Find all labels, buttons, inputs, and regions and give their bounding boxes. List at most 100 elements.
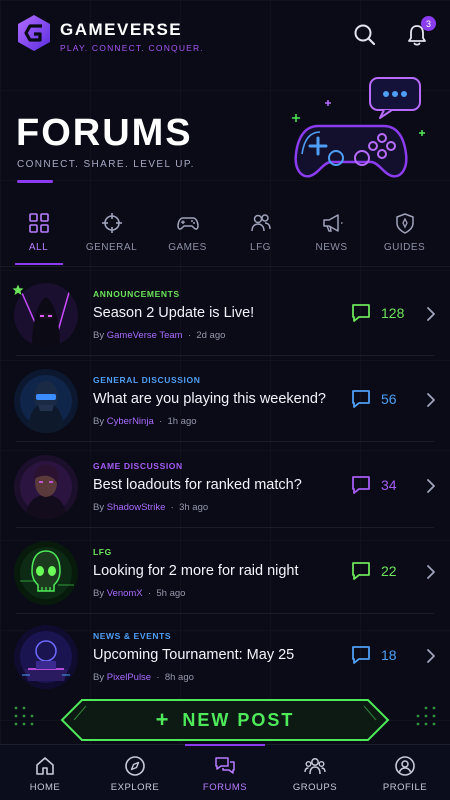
thread-title[interactable]: Upcoming Tournament: May 25 bbox=[93, 647, 294, 663]
thread-meta: By CyberNinja · 1h ago bbox=[93, 416, 197, 427]
by-label: By bbox=[93, 588, 105, 599]
thread-category: GAME DISCUSSION bbox=[93, 461, 183, 471]
notification-badge: 3 bbox=[421, 16, 436, 31]
comment-count: 128 bbox=[350, 302, 404, 324]
page-title: FORUMS bbox=[16, 112, 193, 154]
tab-label: LFG bbox=[250, 242, 271, 253]
crosshair-icon bbox=[101, 213, 122, 233]
thread-time: 3h ago bbox=[179, 502, 209, 513]
tab-general[interactable]: GENERAL bbox=[74, 208, 149, 266]
notifications-button[interactable]: 3 bbox=[404, 16, 436, 48]
thread-author[interactable]: PixelPulse bbox=[107, 672, 151, 683]
thread-author[interactable]: CyberNinja bbox=[107, 416, 154, 427]
chevron-right-icon[interactable] bbox=[426, 648, 436, 664]
thread-row[interactable]: ANNOUNCEMENTS Season 2 Update is Live! B… bbox=[0, 272, 450, 356]
brand: GAMEVERSE PLAY. CONNECT. CONQUER. bbox=[60, 20, 204, 53]
chevron-right-icon[interactable] bbox=[426, 564, 436, 580]
tab-label: GENERAL bbox=[85, 242, 138, 253]
search-icon bbox=[354, 24, 376, 46]
title-underline bbox=[17, 180, 53, 183]
neon-gamepad-illustration bbox=[292, 77, 425, 178]
active-tab-indicator bbox=[15, 263, 63, 265]
chevron-right-icon[interactable] bbox=[426, 478, 436, 494]
nav-label: GROUPS bbox=[292, 782, 338, 793]
nav-profile[interactable]: PROFILE bbox=[360, 745, 450, 800]
thread-row[interactable]: LFG Looking for 2 more for raid night By… bbox=[0, 530, 450, 614]
thread-title[interactable]: Best loadouts for ranked match? bbox=[93, 477, 302, 493]
new-post-label: + NEW POST bbox=[60, 698, 390, 742]
tab-games[interactable]: GAMES bbox=[150, 208, 225, 266]
chevron-right-icon[interactable] bbox=[426, 306, 436, 322]
thread-category: NEWS & EVENTS bbox=[93, 631, 172, 641]
pinned-star-icon bbox=[12, 284, 24, 295]
nav-home[interactable]: HOME bbox=[0, 745, 90, 800]
comment-icon bbox=[352, 646, 370, 664]
new-post-text: NEW POST bbox=[182, 709, 295, 730]
category-tabs: ALL GENERAL GAMES LFG NEWS GUIDES bbox=[0, 208, 450, 266]
top-bar: GAMEVERSE PLAY. CONNECT. CONQUER. 3 bbox=[16, 14, 436, 58]
thread-category: LFG bbox=[93, 547, 112, 557]
chat-icon bbox=[215, 757, 235, 774]
thread-meta: By VenomX · 5h ago bbox=[93, 588, 186, 599]
thread-time: 2d ago bbox=[196, 330, 226, 341]
shield-icon bbox=[395, 213, 414, 234]
comment-count-value: 18 bbox=[381, 647, 397, 663]
compass-icon bbox=[125, 756, 145, 776]
thread-row[interactable]: NEWS & EVENTS Upcoming Tournament: May 2… bbox=[0, 614, 450, 698]
thread-author[interactable]: GameVerse Team bbox=[107, 330, 183, 341]
comment-count: 18 bbox=[350, 644, 397, 666]
nav-label: FORUMS bbox=[202, 782, 248, 793]
thread-time: 8h ago bbox=[164, 672, 194, 683]
thread-category: ANNOUNCEMENTS bbox=[93, 289, 180, 299]
tab-label: GUIDES bbox=[383, 242, 426, 253]
gamepad-icon bbox=[176, 217, 199, 230]
thread-avatar bbox=[14, 541, 78, 605]
tab-news[interactable]: NEWS bbox=[294, 208, 369, 266]
comment-icon bbox=[352, 562, 370, 580]
tab-label: GAMES bbox=[168, 242, 207, 253]
new-post-button[interactable]: + NEW POST bbox=[60, 698, 390, 742]
nav-groups[interactable]: GROUPS bbox=[270, 745, 360, 800]
comment-icon bbox=[352, 476, 370, 494]
comment-count-value: 56 bbox=[381, 391, 397, 407]
comment-count-value: 22 bbox=[381, 563, 397, 579]
thread-row[interactable]: GENERAL DISCUSSION What are you playing … bbox=[0, 358, 450, 442]
thread-time: 5h ago bbox=[156, 588, 186, 599]
thread-meta: By ShadowStrike · 3h ago bbox=[93, 502, 209, 513]
nav-label: HOME bbox=[29, 782, 61, 793]
thread-meta: By PixelPulse · 8h ago bbox=[93, 672, 194, 683]
bottom-navigation: HOME EXPLORE FORUMS GROUPS PROFILE bbox=[0, 744, 450, 800]
divider bbox=[16, 527, 434, 528]
thread-title[interactable]: What are you playing this weekend? bbox=[93, 391, 326, 407]
users-icon bbox=[250, 214, 271, 232]
tab-lfg[interactable]: LFG bbox=[223, 208, 298, 266]
tab-label: ALL bbox=[28, 242, 49, 253]
tab-all[interactable]: ALL bbox=[1, 208, 76, 266]
nav-explore[interactable]: EXPLORE bbox=[90, 745, 180, 800]
comment-count-value: 34 bbox=[381, 477, 397, 493]
gameverse-logo-icon bbox=[18, 15, 50, 51]
thread-title[interactable]: Looking for 2 more for raid night bbox=[93, 563, 299, 579]
megaphone-icon bbox=[322, 214, 342, 232]
chevron-right-icon[interactable] bbox=[426, 392, 436, 408]
thread-title[interactable]: Season 2 Update is Live! bbox=[93, 305, 254, 321]
comment-count: 34 bbox=[350, 474, 397, 496]
thread-row[interactable]: GAME DISCUSSION Best loadouts for ranked… bbox=[0, 444, 450, 528]
search-button[interactable] bbox=[352, 22, 378, 48]
nav-label: PROFILE bbox=[382, 782, 428, 793]
home-icon bbox=[36, 757, 54, 775]
by-label: By bbox=[93, 672, 105, 683]
thread-author[interactable]: VenomX bbox=[107, 588, 143, 599]
thread-avatar bbox=[14, 625, 78, 689]
tab-guides[interactable]: GUIDES bbox=[367, 208, 442, 266]
thread-time: 1h ago bbox=[167, 416, 197, 427]
thread-author[interactable]: ShadowStrike bbox=[107, 502, 166, 513]
nav-forums[interactable]: FORUMS bbox=[180, 745, 270, 800]
thread-category: GENERAL DISCUSSION bbox=[93, 375, 201, 385]
brand-name: GAMEVERSE bbox=[60, 20, 183, 39]
divider bbox=[16, 441, 434, 442]
divider bbox=[0, 266, 450, 267]
thread-avatar bbox=[14, 455, 78, 519]
by-label: By bbox=[93, 502, 105, 513]
thread-avatar bbox=[14, 369, 78, 433]
